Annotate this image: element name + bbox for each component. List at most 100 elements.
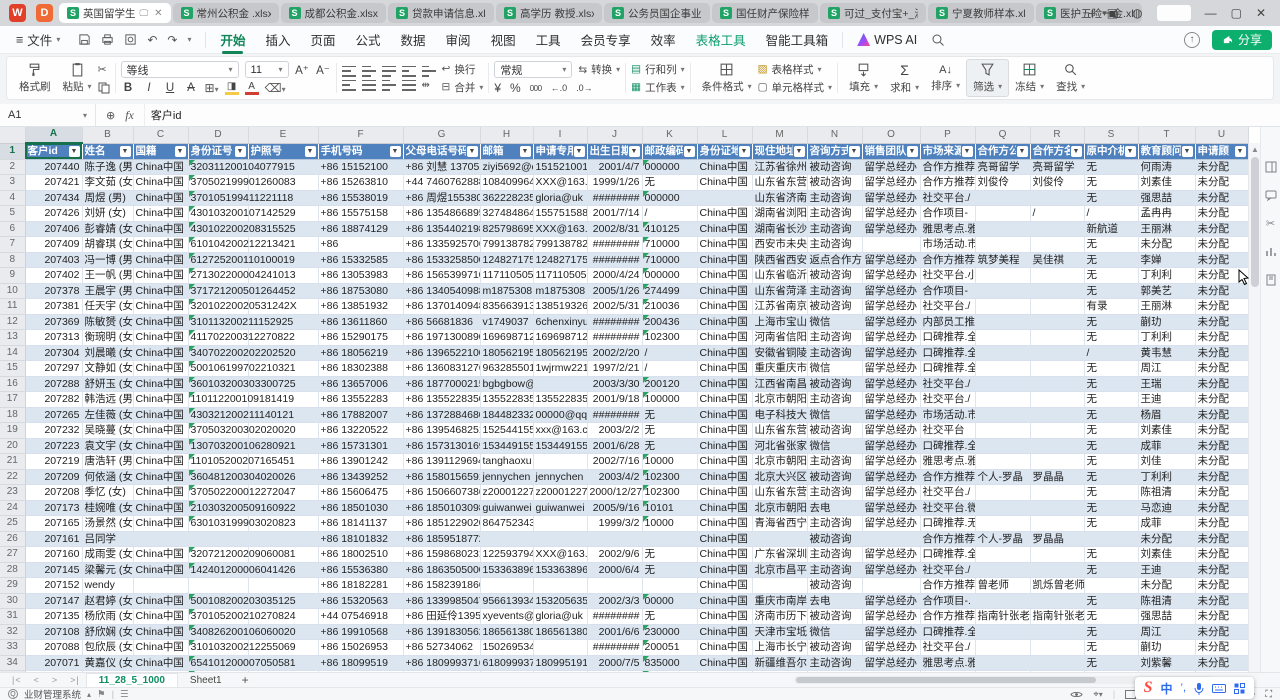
cell[interactable]: China中国 bbox=[697, 671, 752, 673]
cell[interactable]: China中国 bbox=[133, 314, 188, 330]
cell[interactable] bbox=[533, 376, 587, 392]
cell[interactable]: 社交平台.小 bbox=[920, 268, 975, 284]
cell[interactable] bbox=[975, 655, 1030, 671]
formula-input[interactable]: 客户id bbox=[144, 104, 182, 126]
cell[interactable]: 被动咨询 bbox=[807, 268, 862, 284]
indent-decrease-icon[interactable] bbox=[402, 66, 416, 77]
cell[interactable]: 刘素佳 bbox=[1138, 547, 1195, 563]
cell[interactable]: 无 bbox=[1084, 454, 1138, 470]
cell[interactable]: 北京大兴区 bbox=[752, 469, 807, 485]
row-number[interactable]: 22 bbox=[0, 469, 25, 485]
cell[interactable]: 153205635 bbox=[533, 593, 587, 609]
copy-icon[interactable] bbox=[98, 82, 110, 94]
header-cell[interactable]: 父母电话号码▼ bbox=[403, 143, 480, 159]
cell[interactable]: 未分配 bbox=[1195, 516, 1248, 532]
sheet-tab-Sheet1[interactable]: Sheet1 bbox=[178, 673, 234, 688]
cell[interactable] bbox=[975, 640, 1030, 656]
cell[interactable]: +86 18056219 bbox=[318, 345, 403, 361]
cell[interactable] bbox=[975, 237, 1030, 253]
cell[interactable]: 2002/5/31 bbox=[587, 299, 642, 315]
close-tab-icon[interactable]: ✕ bbox=[154, 8, 162, 19]
cell[interactable]: +86 13851932 bbox=[318, 299, 403, 315]
cell[interactable]: 江苏省徐州 bbox=[752, 159, 807, 175]
sogou-logo-icon[interactable]: S bbox=[1144, 679, 1153, 697]
cell[interactable]: 未分配 bbox=[1195, 423, 1248, 439]
cell[interactable]: 无 bbox=[1084, 314, 1138, 330]
cell[interactable]: 安徽省铜陵 bbox=[752, 345, 807, 361]
cell[interactable]: 150269534 bbox=[480, 640, 533, 656]
cell[interactable]: 成雨雯 (女 bbox=[82, 547, 133, 563]
cell[interactable]: 雅思考点.雅 bbox=[920, 221, 975, 237]
cell[interactable]: / bbox=[642, 361, 697, 377]
cell[interactable]: 710000 bbox=[642, 252, 697, 268]
merge-cells-button[interactable]: ⊟合并▾ bbox=[442, 80, 484, 95]
cell[interactable]: 未分配 bbox=[1195, 485, 1248, 501]
cell[interactable]: 271302200004241013 bbox=[188, 268, 248, 284]
cell[interactable]: China中国 bbox=[697, 175, 752, 191]
cell[interactable]: 未分配 bbox=[1195, 221, 1248, 237]
col-letter-I[interactable]: I bbox=[533, 127, 587, 143]
cell[interactable]: 吕同学 bbox=[82, 531, 133, 547]
eraser-icon[interactable]: ⌫▾ bbox=[265, 81, 286, 95]
cell[interactable]: 无 bbox=[1084, 330, 1138, 346]
cell[interactable]: 山东省东营 bbox=[752, 423, 807, 439]
cell[interactable]: 2005/9/16 bbox=[587, 500, 642, 516]
cell[interactable]: 江西省南昌 bbox=[752, 376, 807, 392]
row-number[interactable]: 27 bbox=[0, 547, 25, 563]
cell[interactable]: China中国 bbox=[697, 423, 752, 439]
cell[interactable]: 主动咨询 bbox=[807, 655, 862, 671]
cell[interactable]: 口碑推荐.全 bbox=[920, 624, 975, 640]
cell[interactable]: China中国 bbox=[697, 283, 752, 299]
cell[interactable] bbox=[975, 593, 1030, 609]
cell[interactable]: 微信 bbox=[807, 624, 862, 640]
cell[interactable] bbox=[1030, 562, 1084, 578]
cell[interactable]: +86 19910568 bbox=[318, 624, 403, 640]
cell[interactable]: 151521001 bbox=[533, 159, 587, 175]
cell[interactable]: 未分配 bbox=[1195, 376, 1248, 392]
row-number[interactable]: 10 bbox=[0, 283, 25, 299]
justify-icon[interactable] bbox=[402, 80, 416, 91]
file-menu[interactable]: ≡ 文件 ▾ bbox=[8, 30, 68, 49]
cell[interactable]: 无 bbox=[642, 407, 697, 423]
maximize-button[interactable]: ▢ bbox=[1231, 6, 1242, 20]
cell[interactable]: 32010220020531242X bbox=[188, 299, 248, 315]
cell[interactable]: China中国 bbox=[697, 438, 752, 454]
cell[interactable]: +86 18874129 bbox=[318, 221, 403, 237]
cell[interactable]: 刘紫馨 bbox=[1138, 655, 1195, 671]
cell[interactable]: 刘妍 (女) bbox=[82, 206, 133, 222]
header-cell[interactable]: 申请专用▼ bbox=[533, 143, 587, 159]
cell[interactable]: 平台合作方 bbox=[920, 671, 975, 673]
cell[interactable]: +86 1395468251 bbox=[403, 423, 480, 439]
filter-dropdown-icon[interactable]: ▼ bbox=[849, 146, 860, 157]
cell[interactable]: China中国 bbox=[697, 547, 752, 563]
cell[interactable]: 主动咨询 bbox=[807, 562, 862, 578]
cell[interactable]: 主动咨询 bbox=[807, 485, 862, 501]
cell[interactable]: 蒯玏 bbox=[1138, 640, 1195, 656]
cell[interactable]: 王丽淋 bbox=[1138, 299, 1195, 315]
cell[interactable]: 6chenxinyur bbox=[533, 314, 587, 330]
cell[interactable]: 207378 bbox=[25, 283, 82, 299]
cell[interactable]: XXX@163.c bbox=[533, 547, 587, 563]
cell[interactable]: China中国 bbox=[133, 206, 188, 222]
italic-button[interactable]: I bbox=[142, 82, 157, 94]
row-number[interactable]: 34 bbox=[0, 655, 25, 671]
cell[interactable]: ######## bbox=[587, 640, 642, 656]
cell[interactable]: 桂婉唯 (女 bbox=[82, 500, 133, 516]
cell[interactable]: 强思喆 bbox=[1138, 609, 1195, 625]
decrease-font-icon[interactable]: A⁻ bbox=[316, 63, 331, 77]
cell[interactable]: 口碑推荐.全 bbox=[920, 345, 975, 361]
cell[interactable]: +86 15536380 bbox=[318, 562, 403, 578]
cell[interactable]: China中国 bbox=[133, 469, 188, 485]
cell[interactable]: 无 bbox=[1084, 268, 1138, 284]
cell[interactable]: m1875308 bbox=[480, 283, 533, 299]
cell[interactable]: 无 bbox=[1084, 640, 1138, 656]
cell[interactable]: China中国 bbox=[697, 299, 752, 315]
cell[interactable] bbox=[975, 299, 1030, 315]
cell[interactable]: 合作项目- bbox=[920, 206, 975, 222]
cell[interactable]: 2000/7/5 bbox=[587, 655, 642, 671]
outline-icon[interactable]: ☰ bbox=[120, 689, 129, 700]
cell[interactable]: 社交平台./ bbox=[920, 376, 975, 392]
cell[interactable]: 口碑推荐.全 bbox=[920, 330, 975, 346]
col-letter-U[interactable]: U bbox=[1195, 127, 1248, 143]
cell[interactable]: 山东省菏泽 bbox=[752, 283, 807, 299]
